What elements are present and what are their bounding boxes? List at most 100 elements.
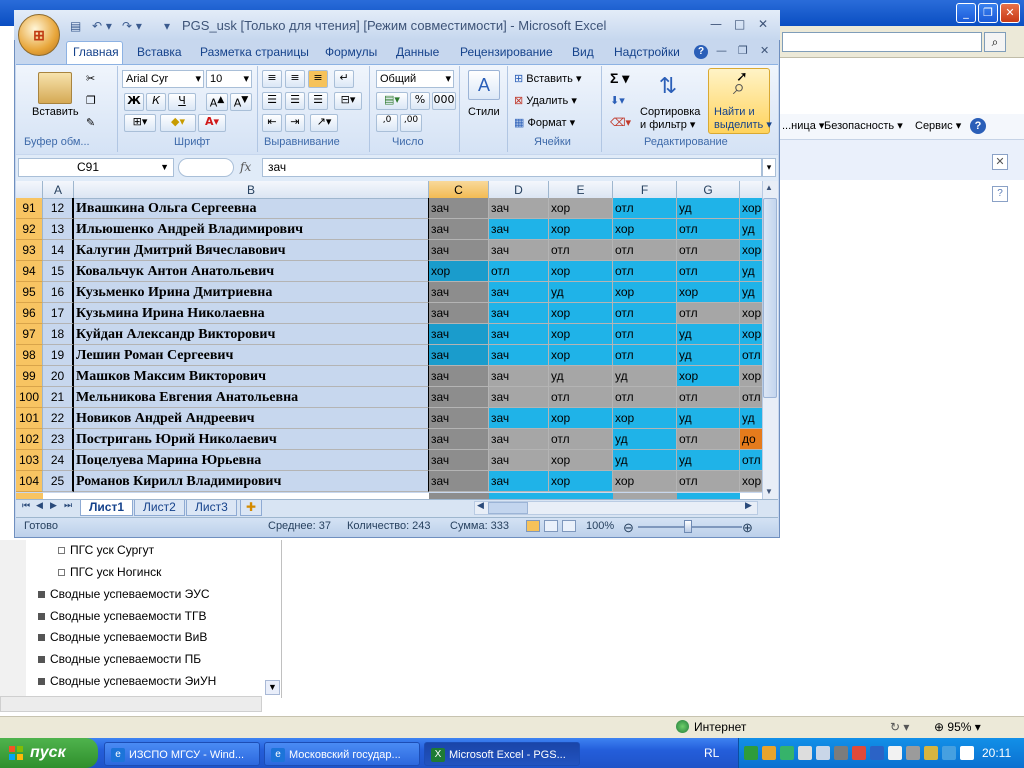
cell-grade[interactable]: хор [740,303,762,324]
cut-icon[interactable]: ✂ [86,72,95,85]
formula-bar-splitter[interactable] [178,158,234,177]
tree-item-surgut[interactable]: ПГС уск Сургут [58,543,154,557]
cell-grade[interactable]: зач [489,471,549,492]
cell-grade[interactable]: уд [677,324,740,345]
cell-student-name[interactable]: Ивашкина Ольга Сергеевна [74,198,429,219]
font-size-select[interactable]: 10 ▾ [206,70,252,88]
cell-grade[interactable]: зач [489,240,549,261]
clear-icon[interactable]: ⌫▾ [610,116,631,129]
cell-number[interactable]: 23 [43,429,74,450]
cell-grade[interactable]: зач [489,324,549,345]
cell-grade[interactable]: хор [429,261,489,282]
currency-icon[interactable]: ▤▾ [376,92,408,110]
row-header[interactable]: 99 [16,366,43,387]
cell-grade[interactable]: зач [429,408,489,429]
cell-grade[interactable]: хор [549,261,613,282]
increase-indent-icon[interactable]: ⇥ [285,114,305,132]
cell-grade[interactable]: зач [429,471,489,492]
tree-item-tgv[interactable]: Сводные успеваемости ТГВ [38,609,207,623]
align-left-icon[interactable]: ☰ [262,92,282,110]
cell-student-name[interactable]: Ильюшенко Андрей Владимирович [74,219,429,240]
tree-horizontal-scrollbar[interactable] [0,696,262,712]
cell-grade[interactable]: зач [429,219,489,240]
cell-grade[interactable]: зач [429,282,489,303]
cell-grade[interactable]: зач [489,282,549,303]
cell-grade[interactable]: отл [613,261,677,282]
cell-grade[interactable]: отл [677,219,740,240]
fill-color-icon[interactable]: ◆▾ [160,114,196,132]
italic-button[interactable]: К [146,93,166,111]
page-layout-view-icon[interactable] [544,520,558,532]
cell-grade[interactable]: отл [549,387,613,408]
cell-grade[interactable]: отл [677,387,740,408]
styles-button[interactable]: Стили [468,106,500,118]
tab-data[interactable]: Данные [396,45,439,59]
expand-formula-bar-icon[interactable]: ▾ [762,158,776,177]
zoom-out-icon[interactable]: ⊖ [623,520,634,536]
cell-student-name[interactable]: Постригань Юрий Николаевич [74,429,429,450]
tree-item-viv[interactable]: Сводные успеваемости ВиВ [38,630,207,644]
underline-button[interactable]: Ч [168,93,196,111]
autosum-button[interactable]: Σ ▾ [610,70,629,87]
cell-grade[interactable]: зач [489,429,549,450]
close-button[interactable]: ✕ [758,17,768,31]
cell-number[interactable]: 17 [43,303,74,324]
borders-icon[interactable]: ⊞▾ [124,114,156,132]
cell-grade[interactable]: уд [549,366,613,387]
tray-icon[interactable] [744,746,758,760]
cell-grade[interactable]: зач [429,429,489,450]
cell-number[interactable]: 20 [43,366,74,387]
cell-grade[interactable]: уд [677,198,740,219]
row-header[interactable]: 101 [16,408,43,429]
cell-grade[interactable]: уд [677,408,740,429]
tab-page-layout[interactable]: Разметка страницы [200,45,309,59]
column-header-c[interactable]: C [429,181,489,199]
cell-number[interactable]: 15 [43,261,74,282]
cell-grade[interactable]: хор [740,198,762,219]
scroll-down-icon[interactable]: ▼ [265,680,280,695]
zoom-level[interactable]: ⊕ 95% ▾ [934,720,981,734]
cell-grade[interactable]: зач [489,198,549,219]
cell-number[interactable]: 13 [43,219,74,240]
next-sheet-icon[interactable]: ▶ [50,501,57,511]
cell-number[interactable]: 14 [43,240,74,261]
zoom-percent[interactable]: 100% [586,520,614,532]
row-header[interactable]: 91 [16,198,43,219]
insert-cells-button[interactable]: ⊞ Вставить ▾ [514,72,582,85]
cell-grade[interactable]: уд [613,429,677,450]
tab-home[interactable]: Главная [73,45,119,59]
cell-number[interactable]: 21 [43,387,74,408]
cell-grade[interactable]: хор [740,471,762,492]
cell-grade[interactable]: хор [549,324,613,345]
cell-grade[interactable]: зач [489,450,549,471]
sheet-tab-1[interactable]: Лист1 [80,500,134,516]
tab-addins[interactable]: Надстройки [614,45,680,59]
row-header[interactable]: 92 [16,219,43,240]
cell-grade[interactable]: уд [613,450,677,471]
cell-grade[interactable]: отл [613,303,677,324]
cell-student-name[interactable]: Кузьменко Ирина Дмитриевна [74,282,429,303]
cell-grade[interactable]: зач [429,324,489,345]
cell-grade[interactable]: хор [677,366,740,387]
scroll-left-icon[interactable]: ◀ [477,501,484,511]
tree-item-pb[interactable]: Сводные успеваемости ПБ [38,652,201,666]
undo-icon[interactable]: ↶ ▾ [92,19,112,33]
tray-icon[interactable] [942,746,956,760]
cell-grade[interactable]: отл [677,303,740,324]
cell-grade[interactable]: зач [489,366,549,387]
cell-grade[interactable]: зач [429,303,489,324]
help-icon[interactable]: ? [694,45,708,59]
cell-grade[interactable]: хор [740,366,762,387]
column-header-e[interactable]: E [549,181,613,199]
cell-grade[interactable]: уд [740,219,762,240]
cell-student-name[interactable]: Романов Кирилл Владимирович [74,471,429,492]
column-header-f[interactable]: F [613,181,677,199]
sheet-tab-3[interactable]: Лист3 [186,500,237,516]
scroll-up-icon[interactable]: ▲ [765,183,773,192]
scroll-right-icon[interactable]: ▶ [745,501,752,511]
cell-grade[interactable]: хор [549,198,613,219]
tree-item-noginsk[interactable]: ПГС уск Ногинск [58,565,161,579]
tray-icon[interactable] [798,746,812,760]
column-header-a[interactable]: A [43,181,74,199]
tab-view[interactable]: Вид [572,45,594,59]
